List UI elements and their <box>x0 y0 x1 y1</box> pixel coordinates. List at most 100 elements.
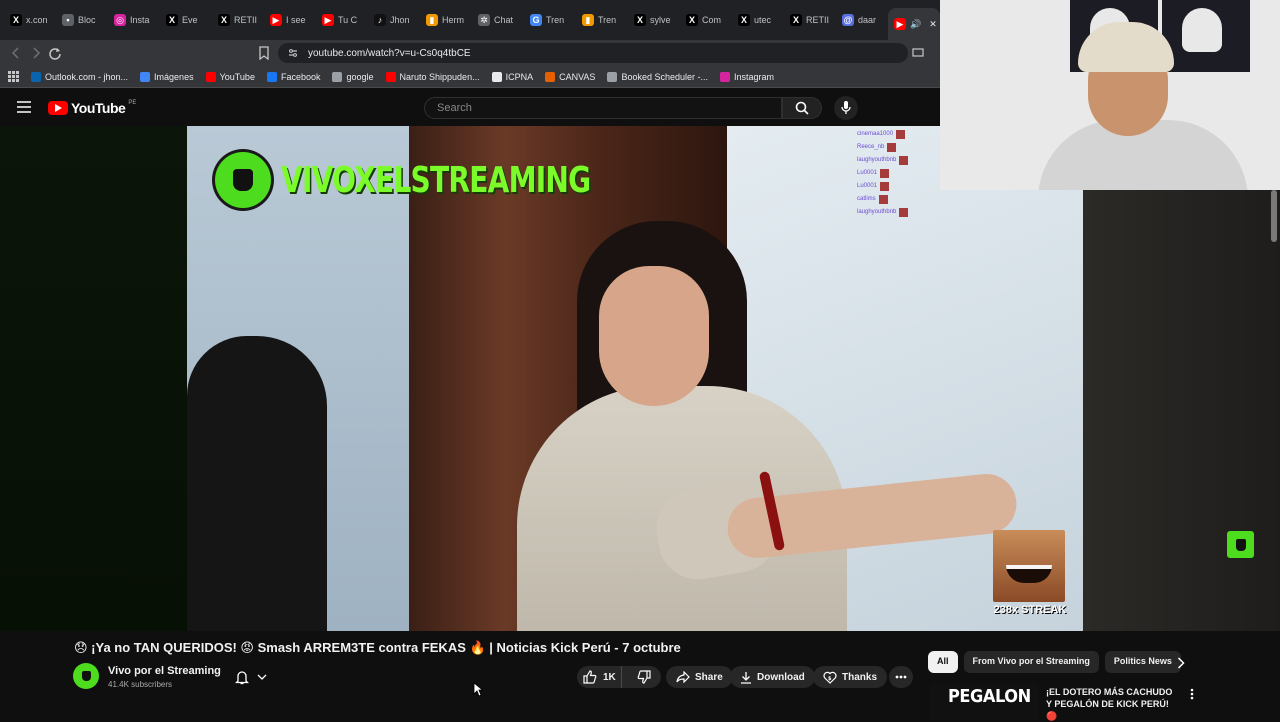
bookmark-item[interactable]: Imágenes <box>140 71 194 82</box>
close-tab-icon[interactable]: ✕ <box>929 19 937 30</box>
chat-username: Lu0001 <box>857 183 878 189</box>
bookmark-item[interactable]: YouTube <box>205 71 255 82</box>
dislike-button[interactable] <box>627 666 661 688</box>
browser-tab[interactable]: ♪ Jhon <box>368 6 420 34</box>
chip-scroll-next-button[interactable] <box>1172 654 1190 672</box>
forward-icon[interactable] <box>30 46 42 60</box>
recommendation-title[interactable]: ¡EL DOTERO MÁS CACHUDO Y PEGALÓN DE KICK… <box>1046 686 1176 722</box>
channel-avatar[interactable] <box>73 663 99 689</box>
like-count: 1K <box>603 671 616 683</box>
browser-tab-label: Com <box>702 15 722 25</box>
browser-tab[interactable]: ▪ Bloc <box>56 6 108 34</box>
slides-icon: ▮ <box>582 14 594 26</box>
bookmarks-bar: Outlook.com - jhon... Imágenes YouTube Face… <box>0 66 940 88</box>
bookmark-item[interactable]: Facebook <box>266 71 320 82</box>
browser-tab[interactable]: ▶ I see <box>264 6 316 34</box>
youtube-logo[interactable]: YouTube PE <box>48 100 136 116</box>
thanks-button[interactable]: $ Thanks <box>813 666 888 688</box>
browser-tab[interactable]: Xutec <box>732 6 784 34</box>
browser-tab-label: Jhon <box>390 15 410 25</box>
browser-tab[interactable]: ◎ Insta <box>108 6 160 34</box>
chat-emote-icon <box>878 195 888 204</box>
address-bar[interactable]: youtube.com/watch?v=u-Cs0q4tbCE <box>278 43 908 63</box>
x-icon: X <box>10 14 22 26</box>
chat-line: Reece_nb <box>857 141 937 154</box>
youtube-icon: ▶ <box>894 18 906 30</box>
webcam-overlay <box>940 0 1280 190</box>
bookmark-item[interactable]: ICPNA <box>491 71 533 82</box>
filter-chip[interactable]: Politics News <box>1104 651 1181 673</box>
bookmark-favicon-icon <box>31 71 41 82</box>
mouse-cursor-icon <box>473 682 483 697</box>
more-vertical-icon <box>1190 688 1194 700</box>
browser-tab[interactable]: Xsylve <box>628 6 680 34</box>
bookmark-item[interactable]: google <box>332 71 374 82</box>
cast-icon[interactable] <box>912 47 924 59</box>
thanks-label: Thanks <box>842 671 878 683</box>
filter-chip[interactable]: From Vivo por el Streaming <box>963 651 1099 673</box>
bookmark-star-icon[interactable] <box>258 46 270 60</box>
chat-username: cinemaa1000 <box>857 131 894 137</box>
reload-icon[interactable] <box>48 46 62 60</box>
menu-icon[interactable] <box>17 101 31 113</box>
recommendation-thumbnail[interactable]: PEGALON <box>930 683 1038 720</box>
browser-tab-active[interactable]: ▶ 🔊 ✕ <box>888 8 940 40</box>
youtube-play-icon <box>48 101 68 115</box>
bookmark-favicon-icon <box>720 71 730 82</box>
browser-tab[interactable]: Xx.con <box>4 6 56 34</box>
recommendation-menu-button[interactable] <box>1186 686 1198 702</box>
bookmark-item[interactable]: Outlook.com - jhon... <box>31 71 128 82</box>
download-button[interactable]: Download <box>730 666 815 688</box>
youtube-wordmark: YouTube <box>71 100 126 116</box>
video-scene-coat <box>187 336 327 631</box>
instagram-icon: ◎ <box>114 14 126 26</box>
bookmark-item[interactable]: Naruto Shippuden... <box>385 71 480 82</box>
chevron-right-icon <box>1177 657 1185 669</box>
browser-tab[interactable]: ✲ Chat <box>472 6 524 34</box>
apps-grid-icon[interactable] <box>8 71 19 82</box>
audio-playing-icon: 🔊 <box>910 18 922 29</box>
bookmark-label: google <box>346 71 374 82</box>
browser-tab[interactable]: X Com <box>680 6 732 34</box>
url-text[interactable]: youtube.com/watch?v=u-Cs0q4tbCE <box>308 48 471 59</box>
bookmark-item[interactable]: CANVAS <box>545 71 595 82</box>
video-player[interactable]: VIVOXELSTREAMING cinemaa1000 Reece_nb laug… <box>187 126 1083 631</box>
more-actions-button[interactable] <box>889 666 913 688</box>
bookmark-label: YouTube <box>219 71 255 82</box>
channel-name[interactable]: Vivo por el Streaming <box>108 665 221 677</box>
browser-tab[interactable]: X Eve <box>160 6 212 34</box>
x-icon: X <box>634 14 646 26</box>
slides-icon: ▮ <box>426 14 438 26</box>
x-icon: X <box>218 14 230 26</box>
browser-tab-label: x.con <box>26 15 48 25</box>
like-button[interactable]: 1K <box>577 666 623 688</box>
share-button[interactable]: Share <box>666 666 733 688</box>
search-button[interactable] <box>782 97 822 119</box>
browser-tab[interactable]: X RETII <box>212 6 264 34</box>
chat-line: Lu0001 <box>857 167 937 180</box>
browser-tab[interactable]: ▮ Herm <box>420 6 472 34</box>
thumbs-down-icon <box>637 670 651 684</box>
video-scene-face <box>599 266 709 406</box>
thumbs-up-icon <box>583 670 597 684</box>
voice-search-button[interactable] <box>834 96 858 120</box>
chat-emote-icon <box>880 182 890 191</box>
browser-tab[interactable]: @ daar <box>836 6 888 34</box>
site-info-icon[interactable] <box>288 48 298 58</box>
page-scrollbar[interactable] <box>1271 190 1277 242</box>
filter-chip[interactable]: All <box>928 651 958 673</box>
browser-tab[interactable]: ▮ Tren <box>576 6 628 34</box>
bookmark-item[interactable]: Booked Scheduler -... <box>607 71 708 82</box>
search-input[interactable]: Search <box>424 97 782 119</box>
subscriber-count: 41.4K subscribers <box>108 680 173 689</box>
bookmark-item[interactable]: Instagram <box>720 71 774 82</box>
notification-bell-button[interactable] <box>226 666 276 688</box>
browser-tab[interactable]: G Tren <box>524 6 576 34</box>
channel-watermark-icon[interactable] <box>1227 531 1254 558</box>
filter-chip-row: All From Vivo por el Streaming Politics Ne… <box>928 651 1181 673</box>
browser-tab[interactable]: ▶ Tu C <box>316 6 368 34</box>
streak-emote-image <box>993 530 1065 602</box>
chat-line: Lu0001 <box>857 180 937 193</box>
back-icon[interactable] <box>10 46 22 60</box>
browser-tab[interactable]: X RETII <box>784 6 836 34</box>
